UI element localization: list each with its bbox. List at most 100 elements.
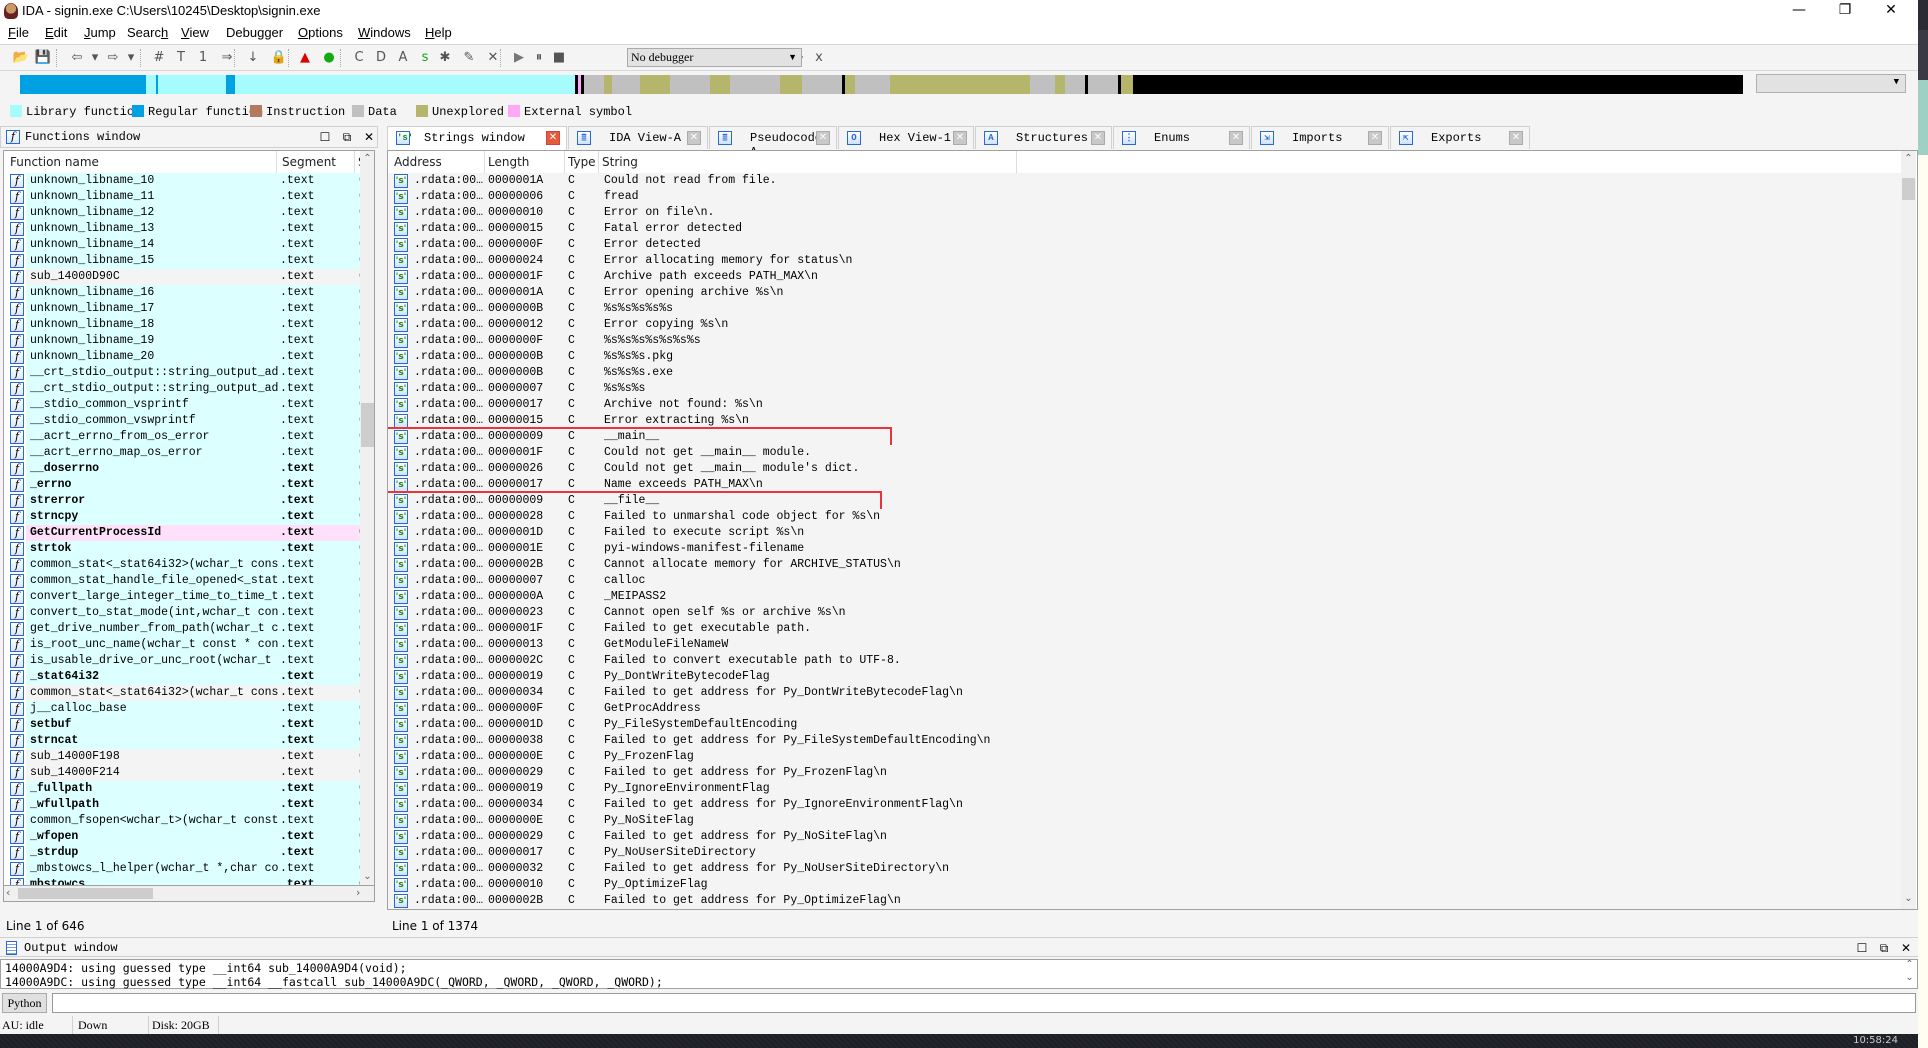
string-row[interactable]: 's' .rdata:00… 0000001F C Failed to get exec…	[388, 621, 1902, 637]
immediate-search-icon[interactable]: 1	[194, 49, 212, 67]
make-data-icon[interactable]: D	[372, 49, 390, 67]
function-row[interactable]: funknown_libname_13.text0	[4, 221, 363, 237]
string-row[interactable]: 's' .rdata:00… 00000007 Ccalloc	[388, 573, 1902, 589]
menu-windows[interactable]: Windows	[358, 25, 411, 40]
scroll-left-icon[interactable]: ‹	[6, 886, 10, 899]
string-row[interactable]: 's' .rdata:00… 0000000B C %s%s%s.exe	[388, 365, 1902, 381]
function-row[interactable]: f__stdio_common_vswprintf.text0	[4, 413, 363, 429]
column-length[interactable]: Length	[488, 155, 529, 169]
string-row[interactable]: 's' .rdata:00… 00000034 C Failed to get addr…	[388, 797, 1902, 813]
save-icon[interactable]: 💾	[34, 49, 52, 67]
binary-text-search-icon[interactable]: #	[150, 49, 168, 67]
function-row[interactable]: f__stdio_common_vsprintf.text0	[4, 397, 363, 413]
function-row[interactable]: fmbstowcs.text0	[4, 877, 363, 885]
function-row[interactable]: f__acrt_errno_map_os_error.text0	[4, 445, 363, 461]
menu-jump[interactable]: Jump	[84, 25, 116, 40]
close-button[interactable]: ✕	[1868, 0, 1914, 22]
edit-icon[interactable]: ✎	[460, 49, 478, 67]
float-panel-button[interactable]: ⧉	[1876, 940, 1892, 956]
play-icon[interactable]: ▶	[510, 49, 528, 67]
column-address[interactable]: Address	[394, 155, 442, 169]
restore-button[interactable]: ❐	[1822, 0, 1868, 22]
function-row[interactable]: fstrncat.text0	[4, 733, 363, 749]
function-row[interactable]: f_fullpath.text0	[4, 781, 363, 797]
string-row[interactable]: 's' .rdata:00… 00000026 C Could not get __ma…	[388, 461, 1902, 477]
string-row[interactable]: 's' .rdata:00… 0000002C C Failed to convert …	[388, 653, 1902, 669]
string-row[interactable]: 's' .rdata:00… 0000001F C Could not get __ma…	[388, 445, 1902, 461]
close-tab-icon[interactable]: ✕	[1368, 131, 1382, 145]
close-tab-icon[interactable]: ✕	[687, 131, 701, 145]
function-row[interactable]: fsub_14000F198.text0	[4, 749, 363, 765]
function-row[interactable]: funknown_libname_10.text0	[4, 173, 363, 189]
scroll-down-icon[interactable]: ⌄	[1901, 893, 1916, 908]
string-row[interactable]: 's' .rdata:00… 0000002B C Failed to get addr…	[388, 893, 1902, 909]
function-row[interactable]: f convert_large_integer_time_to_time_t<_……	[4, 589, 363, 605]
delete-breakpoint-icon[interactable]: x	[810, 49, 828, 67]
string-row[interactable]: 's' .rdata:00… 00000017 C Archive not found:…	[388, 397, 1902, 413]
functions-vertical-scrollbar[interactable]: ⌃ ⌄	[360, 151, 374, 885]
function-row[interactable]: fsub_14000D90C.text0	[4, 269, 363, 285]
open-icon[interactable]: 📂	[12, 49, 30, 67]
tab-strings-window[interactable]: 's' Strings window ✕	[387, 126, 567, 150]
debugger-select[interactable]: No debugger ▼	[627, 48, 802, 67]
scroll-up-icon[interactable]: ⌃	[360, 153, 374, 168]
functions-horizontal-scrollbar[interactable]: ‹ ›	[3, 886, 375, 902]
tab-imports[interactable]: ⇲ Imports ✕	[1251, 126, 1389, 149]
python-command-input[interactable]	[52, 993, 1916, 1013]
string-row[interactable]: 's' .rdata:00… 00000009 C __main__	[388, 427, 1902, 447]
function-row[interactable]: f__doserrno.text0	[4, 461, 363, 477]
function-row[interactable]: fsetbuf.text0	[4, 717, 363, 733]
maximize-panel-button[interactable]: ☐	[1854, 940, 1870, 956]
string-row[interactable]: 's' .rdata:00… 00000010 C Error on file\n.	[388, 205, 1902, 221]
menu-help[interactable]: Help	[425, 25, 452, 40]
function-row[interactable]: f common_fsopen<wchar_t>(wchar_t const *……	[4, 813, 363, 829]
float-panel-button[interactable]: ⧉	[339, 129, 355, 145]
navigation-band-select[interactable]: ▼	[1756, 74, 1906, 93]
string-row[interactable]: 's' .rdata:00… 0000001F C Archive path excee…	[388, 269, 1902, 285]
function-row[interactable]: fstrtok.text0	[4, 541, 363, 557]
function-row[interactable]: funknown_libname_11.text0	[4, 189, 363, 205]
scroll-down-icon[interactable]: ⌄	[1902, 972, 1917, 987]
string-row[interactable]: 's' .rdata:00… 00000023 C Cannot open self %…	[388, 605, 1902, 621]
tab-pseudocode-a[interactable]: ≣Pseudocode-A✕	[709, 126, 837, 159]
function-row[interactable]: f is_usable_drive_or_unc_root(wchar_t co……	[4, 653, 363, 669]
string-row[interactable]: 's' .rdata:00… 00000013 C GetModuleFileNameW	[388, 637, 1902, 653]
menu-options[interactable]: Options	[298, 25, 343, 40]
string-row[interactable]: 's' .rdata:00… 0000000F C Error detected	[388, 237, 1902, 253]
function-row[interactable]: funknown_libname_19.text0	[4, 333, 363, 349]
tab-exports[interactable]: ⇱ Exports ✕	[1390, 126, 1530, 149]
close-panel-button[interactable]: ✕	[1898, 940, 1914, 956]
stop-icon[interactable]: ■	[550, 49, 568, 67]
error-icon[interactable]: ▲	[296, 49, 314, 67]
function-row[interactable]: f __crt_stdio_output::string_output_adap……	[4, 365, 363, 381]
green-circle-icon[interactable]: ●	[320, 49, 338, 67]
scrollbar-thumb[interactable]	[361, 403, 374, 447]
close-tab-icon[interactable]: ✕	[1509, 131, 1523, 145]
string-row[interactable]: 's' .rdata:00… 00000032 C Failed to get addr…	[388, 861, 1902, 877]
function-row[interactable]: fsub_14000F214.text0	[4, 765, 363, 781]
strings-vertical-scrollbar[interactable]: ⌃ ⌄	[1901, 151, 1916, 909]
make-array-icon[interactable]: ✱	[436, 49, 454, 67]
string-row[interactable]: 's' .rdata:00… 0000001A C Error opening arch…	[388, 285, 1902, 301]
tab-ida-view-a[interactable]: ≣ IDA View-A ✕	[568, 126, 708, 149]
function-row[interactable]: funknown_libname_15.text0	[4, 253, 363, 269]
string-row[interactable]: 's' .rdata:00… 0000000E C Py_NoSiteFlag	[388, 813, 1902, 829]
close-panel-button[interactable]: ✕	[361, 129, 377, 145]
function-row[interactable]: f_wfopen.text0	[4, 829, 363, 845]
string-row[interactable]: 's' .rdata:00… 0000001A C Could not read fro…	[388, 173, 1902, 189]
menu-edit[interactable]: Edit	[45, 25, 67, 40]
string-row[interactable]: 's' .rdata:00… 0000002B C Cannot allocate me…	[388, 557, 1902, 573]
make-ascii-icon[interactable]: A	[394, 49, 412, 67]
output-vertical-scrollbar[interactable]: ⌃ ⌄	[1902, 959, 1917, 988]
function-row[interactable]: f_wfullpath.text0	[4, 797, 363, 813]
make-code-icon[interactable]: C	[350, 49, 368, 67]
back-dropdown-icon[interactable]: ▾	[86, 49, 104, 67]
function-row[interactable]: f convert_to_stat_mode(int,wchar_t const……	[4, 605, 363, 621]
string-row[interactable]: 's' .rdata:00… 00000012 C Error copying %s\n	[388, 317, 1902, 333]
function-row[interactable]: fstrncpy.text0	[4, 509, 363, 525]
string-row[interactable]: 's' .rdata:00… 0000001D C Py_FileSystemDefau…	[388, 717, 1902, 733]
output-log[interactable]: 14000A9D4: using guessed type __int64 su…	[0, 959, 1918, 989]
navigation-band-bar[interactable]	[20, 75, 1743, 94]
string-row[interactable]: 's' .rdata:00… 0000000F C %s%s%s%s%s%s%s	[388, 333, 1902, 349]
column-segment[interactable]: Segment	[282, 155, 336, 169]
